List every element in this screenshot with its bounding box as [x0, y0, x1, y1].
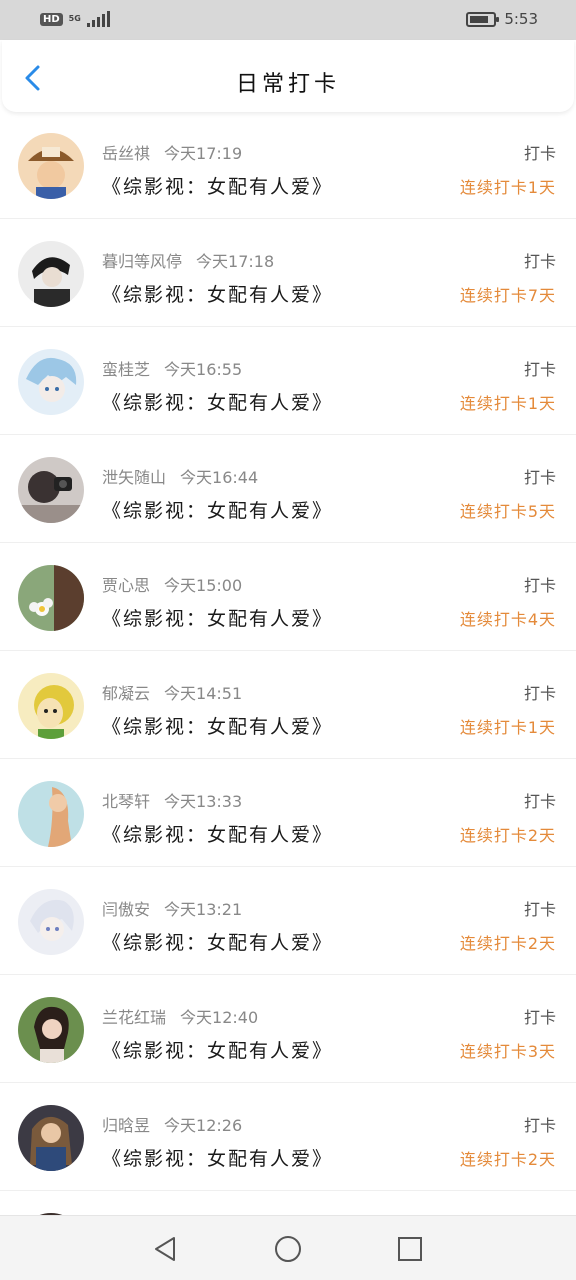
avatar[interactable] [18, 997, 84, 1063]
checkin-tag: 打卡 [523, 252, 556, 271]
checkin-tag: 打卡 [523, 792, 556, 811]
user-name: 闫傲安 [102, 900, 151, 919]
checkin-time: 今天14:51 [164, 684, 243, 703]
book-title: 《综影视：女配有人爱》 [102, 608, 334, 630]
book-title: 《综影视：女配有人爱》 [102, 1040, 334, 1062]
book-title: 《综影视：女配有人爱》 [102, 824, 334, 846]
list-item[interactable]: 归晗昱 今天12:26 《综影视：女配有人爱》 打卡 连续打卡2天 [0, 1084, 576, 1191]
streak-text: 连续打卡1天 [459, 718, 556, 737]
avatar[interactable] [18, 565, 84, 631]
checkin-time: 今天16:44 [180, 468, 259, 487]
status-right: 5:53 [466, 10, 538, 28]
streak-text: 连续打卡2天 [459, 934, 556, 953]
user-name: 泄矢随山 [102, 468, 167, 487]
checkin-tag: 打卡 [523, 1008, 556, 1027]
nav-home-button[interactable] [273, 1234, 303, 1264]
book-title: 《综影视：女配有人爱》 [102, 176, 334, 198]
list-item[interactable]: 闫傲安 今天13:21 《综影视：女配有人爱》 打卡 连续打卡2天 [0, 868, 576, 975]
checkin-time: 今天17:18 [196, 252, 275, 271]
checkin-tag: 打卡 [523, 360, 556, 379]
network-type: 5G [68, 14, 81, 23]
streak-text: 连续打卡4天 [459, 610, 556, 629]
list-item[interactable]: 兰花红瑞 今天12:40 《综影视：女配有人爱》 打卡 连续打卡3天 [0, 976, 576, 1083]
list-item[interactable]: 贾心思 今天15:00 《综影视：女配有人爱》 打卡 连续打卡4天 [0, 544, 576, 651]
streak-text: 连续打卡1天 [459, 178, 556, 197]
avatar[interactable] [18, 349, 84, 415]
square-recents-icon [398, 1237, 422, 1261]
list-item[interactable]: 暮归等风停 今天17:18 《综影视：女配有人爱》 打卡 连续打卡7天 [0, 220, 576, 327]
checkin-time: 今天16:55 [164, 360, 243, 379]
list-item-partial[interactable] [0, 1192, 576, 1215]
user-name: 蛮桂芝 [102, 360, 151, 379]
user-name-line: 归晗昱 今天12:26 [102, 1112, 242, 1136]
user-name: 北琴轩 [102, 792, 151, 811]
checkin-time: 今天17:19 [164, 144, 243, 163]
user-name-line: 泄矢随山 今天16:44 [102, 464, 258, 488]
user-name-line: 贾心思 今天15:00 [102, 572, 242, 596]
user-name-line: 北琴轩 今天13:33 [102, 788, 242, 812]
avatar[interactable] [18, 889, 84, 955]
checkin-tag: 打卡 [523, 144, 556, 163]
streak-text: 连续打卡2天 [459, 826, 556, 845]
status-left: HD 5G [40, 11, 110, 27]
battery-icon [466, 11, 500, 27]
user-name-line: 闫傲安 今天13:21 [102, 896, 242, 920]
checkin-tag: 打卡 [523, 684, 556, 703]
avatar[interactable] [18, 457, 84, 523]
triangle-back-icon [155, 1237, 175, 1261]
list-item[interactable]: 郁凝云 今天14:51 《综影视：女配有人爱》 打卡 连续打卡1天 [0, 652, 576, 759]
list-item[interactable]: 岳丝祺 今天17:19 《综影视：女配有人爱》 打卡 连续打卡1天 [0, 112, 576, 219]
user-name: 暮归等风停 [102, 252, 183, 271]
list-item[interactable]: 北琴轩 今天13:33 《综影视：女配有人爱》 打卡 连续打卡2天 [0, 760, 576, 867]
user-name: 贾心思 [102, 576, 151, 595]
user-name-line: 蛮桂芝 今天16:55 [102, 356, 242, 380]
avatar[interactable] [18, 673, 84, 739]
avatar[interactable] [18, 1105, 84, 1171]
user-name-line: 郁凝云 今天14:51 [102, 680, 242, 704]
streak-text: 连续打卡2天 [459, 1150, 556, 1169]
streak-text: 连续打卡1天 [459, 394, 556, 413]
user-name: 郁凝云 [102, 684, 151, 703]
book-title: 《综影视：女配有人爱》 [102, 1148, 334, 1170]
checkin-time: 今天15:00 [164, 576, 243, 595]
user-name: 岳丝祺 [102, 144, 151, 163]
avatar[interactable] [18, 133, 84, 199]
book-title: 《综影视：女配有人爱》 [102, 500, 334, 522]
avatar[interactable] [18, 241, 84, 307]
system-nav-bar [0, 1215, 576, 1280]
checkin-tag: 打卡 [523, 900, 556, 919]
signal-icon [86, 11, 110, 27]
status-time: 5:53 [504, 10, 538, 28]
list-item[interactable]: 蛮桂芝 今天16:55 《综影视：女配有人爱》 打卡 连续打卡1天 [0, 328, 576, 435]
checkin-tag: 打卡 [523, 468, 556, 487]
streak-text: 连续打卡3天 [459, 1042, 556, 1061]
page-title: 日常打卡 [235, 72, 340, 97]
checkin-tag: 打卡 [523, 1116, 556, 1135]
user-name: 归晗昱 [102, 1116, 151, 1135]
streak-text: 连续打卡5天 [459, 502, 556, 521]
hd-badge: HD [40, 12, 63, 26]
user-name-line: 兰花红瑞 今天12:40 [102, 1004, 258, 1028]
user-name: 兰花红瑞 [102, 1008, 167, 1027]
avatar[interactable] [18, 781, 84, 847]
nav-back-button[interactable] [150, 1234, 180, 1264]
user-name-line: 岳丝祺 今天17:19 [102, 140, 242, 164]
checkin-time: 今天13:21 [164, 900, 243, 919]
book-title: 《综影视：女配有人爱》 [102, 932, 334, 954]
book-title: 《综影视：女配有人爱》 [102, 284, 334, 306]
checkin-tag: 打卡 [523, 576, 556, 595]
streak-text: 连续打卡7天 [459, 286, 556, 305]
book-title: 《综影视：女配有人爱》 [102, 716, 334, 738]
status-bar: HD 5G 5:53 [0, 0, 576, 40]
nav-recents-button[interactable] [395, 1234, 425, 1264]
book-title: 《综影视：女配有人爱》 [102, 392, 334, 414]
list-item[interactable]: 泄矢随山 今天16:44 《综影视：女配有人爱》 打卡 连续打卡5天 [0, 436, 576, 543]
checkin-time: 今天13:33 [164, 792, 243, 811]
checkin-list: 岳丝祺 今天17:19 《综影视：女配有人爱》 打卡 连续打卡1天 暮归等风停 今天… [0, 112, 576, 1215]
checkin-time: 今天12:26 [164, 1116, 243, 1135]
user-name-line: 暮归等风停 今天17:18 [102, 248, 274, 272]
circle-home-icon [275, 1236, 301, 1262]
checkin-time: 今天12:40 [180, 1008, 259, 1027]
app-header: 日常打卡 [2, 40, 574, 112]
